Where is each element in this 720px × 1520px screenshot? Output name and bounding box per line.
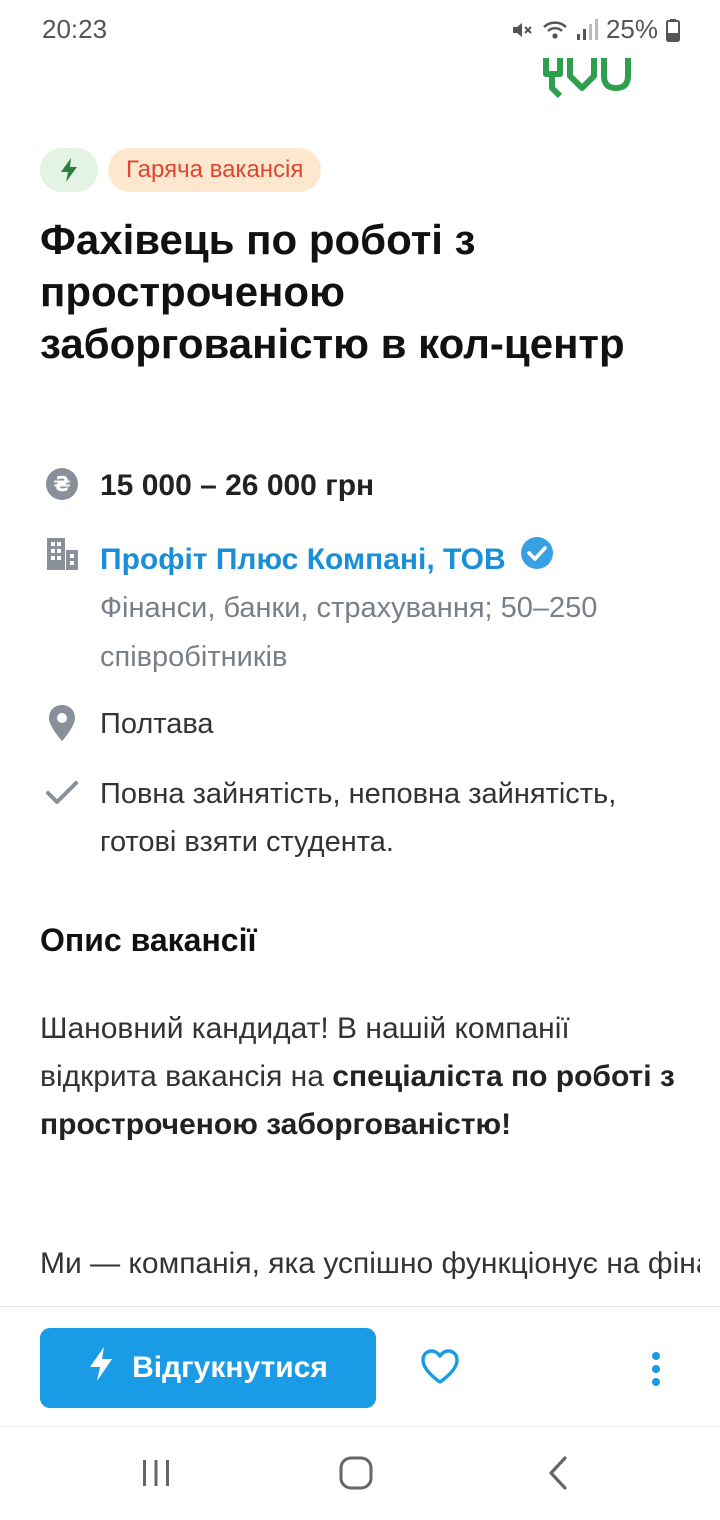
description-title: Опис вакансії: [40, 922, 257, 958]
status-bar: 20:23 25%: [0, 0, 720, 60]
hot-badge-icon: [40, 148, 98, 192]
recent-apps-icon: [140, 1458, 172, 1493]
home-icon: [338, 1455, 374, 1496]
battery-percent: 25%: [605, 14, 658, 44]
badges: Гаряча вакансія: [40, 148, 322, 192]
salary-value: 15 000 – 26 000 грн: [100, 469, 375, 502]
hryvnia-icon: ₴: [40, 466, 84, 502]
respond-button[interactable]: Відгукнутися: [40, 1328, 376, 1408]
mute-icon: [510, 18, 534, 42]
company-name: Профіт Плюс Компані, ТОВ: [100, 543, 506, 576]
check-icon: [40, 780, 84, 806]
employment-value: Повна зайнятість, неповна зайнятість, го…: [100, 778, 617, 858]
svg-text:₴: ₴: [53, 472, 70, 496]
description-paragraph-2: Ми — компанія, яка успішно функціонує на…: [40, 1247, 700, 1280]
description-paragraph-1: Шановний кандидат! В нашій компанії відк…: [40, 1005, 690, 1149]
wifi-icon: [542, 18, 568, 42]
location-pin-icon: [40, 704, 84, 742]
status-time: 20:23: [42, 14, 108, 44]
back-button[interactable]: [528, 1447, 588, 1503]
favorite-button[interactable]: [416, 1345, 464, 1393]
signal-icon: [576, 18, 598, 42]
company-logo: [524, 52, 636, 104]
home-button[interactable]: [326, 1447, 386, 1503]
building-icon: [40, 536, 84, 572]
city-value: Полтава: [100, 708, 214, 740]
respond-label: Відгукнутися: [132, 1351, 328, 1384]
lightning-icon: [88, 1346, 114, 1390]
battery-icon: [666, 18, 680, 42]
heart-icon: [420, 1348, 460, 1390]
more-options-button[interactable]: [636, 1347, 676, 1395]
job-title: Фахівець по роботі з простроченою заборг…: [40, 216, 625, 367]
company-description: Фінанси, банки, страхування; 50–250 спів…: [100, 592, 598, 673]
back-icon: [546, 1455, 570, 1496]
action-bar: Відгукнутися: [0, 1306, 720, 1426]
company-link[interactable]: Профіт Плюс Компані, ТОВ: [100, 536, 700, 584]
recent-apps-button[interactable]: [126, 1447, 186, 1503]
verified-icon: [520, 536, 554, 584]
system-nav-bar: [0, 1426, 720, 1520]
status-icons: 25%: [510, 14, 680, 45]
more-vertical-icon: [650, 1351, 662, 1392]
hot-vacancy-badge: Гаряча вакансія: [108, 148, 322, 192]
